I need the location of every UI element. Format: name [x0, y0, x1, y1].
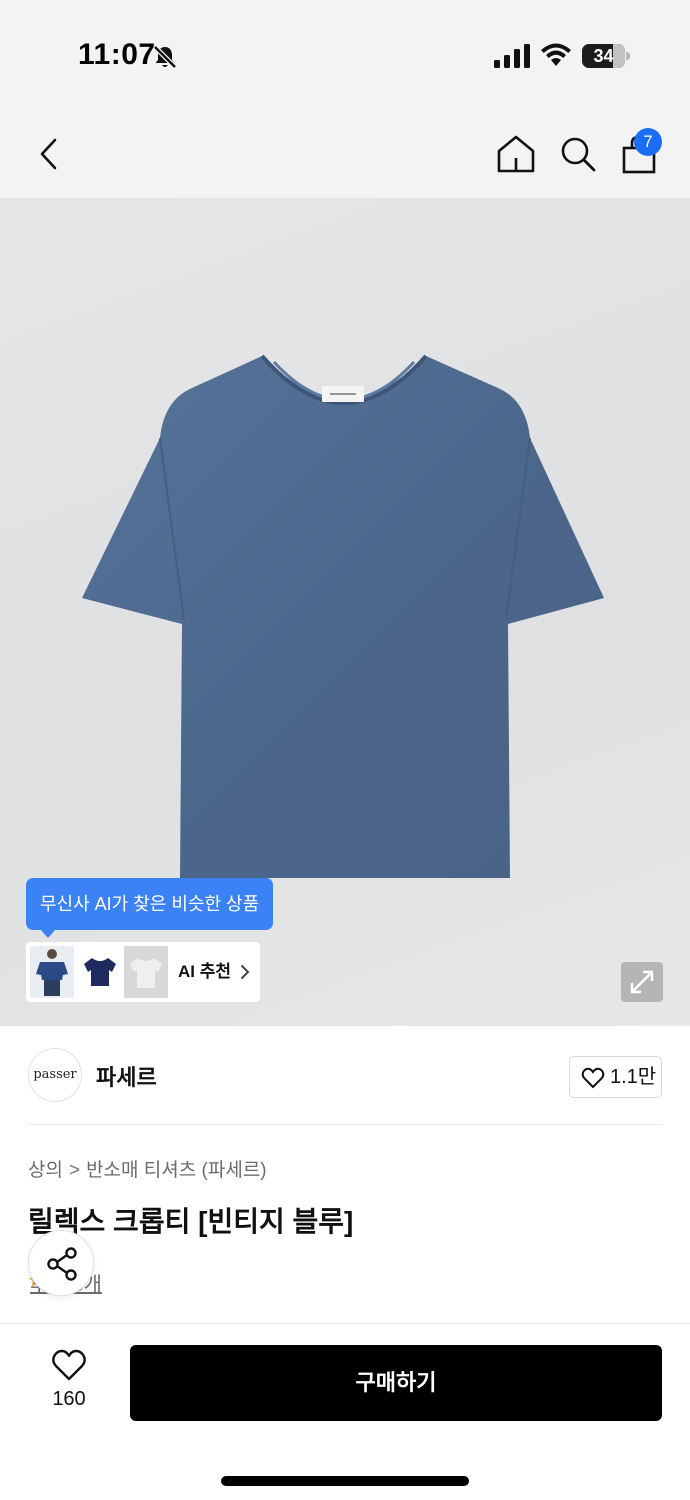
favorite-count: 160: [52, 1388, 86, 1410]
product-image[interactable]: 무신사 AI가 찾은 비슷한 상품 AI 추천: [0, 198, 690, 1026]
home-icon[interactable]: [494, 132, 538, 176]
chevron-right-icon: [241, 965, 250, 979]
status-time: 11:07: [78, 38, 156, 71]
ai-recommend-button[interactable]: AI 추천: [26, 942, 260, 1002]
tshirt-image: [82, 354, 604, 878]
thumbnail-navy-shirt: [78, 946, 122, 998]
breadcrumb-separator-icon: >: [68, 1160, 81, 1181]
brand-logo[interactable]: passer: [28, 1048, 82, 1102]
signal-icon: [494, 44, 530, 68]
ai-tooltip-text: 무신사 AI가 찾은 비슷한 상품: [40, 894, 260, 914]
brand-like-button[interactable]: 1.1만: [569, 1056, 662, 1098]
expand-icon: [630, 970, 654, 994]
status-bar: 11:07 34: [0, 0, 690, 110]
breadcrumb-subcategory[interactable]: 반소매 티셔츠 (파세르): [86, 1160, 267, 1181]
battery-percent: 34: [593, 46, 614, 66]
search-icon[interactable]: [556, 132, 600, 176]
battery-icon: 34: [582, 44, 630, 68]
ai-recommend-label: AI 추천: [178, 962, 232, 981]
cart-badge: 7: [634, 128, 662, 156]
thumbnail-grey-shirt: [124, 946, 168, 998]
top-nav: 7: [0, 110, 690, 198]
heart-icon: [581, 1067, 605, 1089]
home-indicator: [221, 1476, 469, 1486]
bottom-divider: [0, 1323, 690, 1324]
ai-tooltip: 무신사 AI가 찾은 비슷한 상품: [26, 878, 274, 938]
buy-button[interactable]: 구매하기: [130, 1345, 662, 1421]
share-button[interactable]: [28, 1230, 94, 1296]
breadcrumb: 상의 > 반소매 티셔츠 (파세르): [28, 1155, 267, 1182]
back-chevron-icon[interactable]: [28, 132, 72, 176]
favorite-button[interactable]: 160: [40, 1348, 98, 1418]
brand-name[interactable]: 파세르: [96, 1060, 157, 1092]
wifi-icon: [541, 43, 571, 66]
share-icon: [47, 1247, 77, 1281]
brand-like-count: 1.1만: [610, 1066, 657, 1088]
bell-off-icon: [153, 45, 177, 69]
breadcrumb-category[interactable]: 상의: [28, 1160, 63, 1181]
heart-icon: [52, 1349, 86, 1381]
expand-button[interactable]: [621, 962, 663, 1002]
divider: [28, 1124, 662, 1125]
thumbnail-model: [30, 946, 74, 998]
